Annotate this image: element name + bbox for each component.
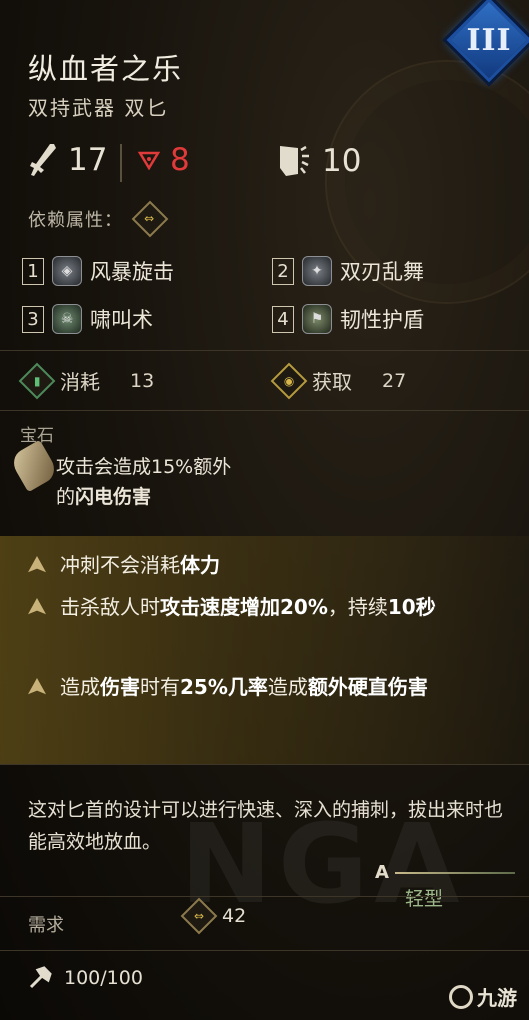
armor-break-stat: 10	[276, 142, 361, 180]
gem-line-1: 攻击会造成15%额外	[56, 456, 232, 478]
skill-slot-2[interactable]: 2 ✦ 双刃乱舞	[272, 256, 424, 286]
trait-bullet-icon	[28, 678, 46, 695]
armor-break-value: 10	[322, 143, 362, 179]
section-divider	[0, 950, 529, 951]
dexterity-attribute-icon: ⇔	[180, 897, 218, 935]
trait-text-bold: 体力	[180, 553, 220, 577]
section-divider	[0, 350, 529, 351]
skill-label: 双刃乱舞	[340, 260, 424, 284]
trait-text-bold: 额外硬直伤害	[307, 675, 428, 699]
trait-bullet-icon	[28, 598, 46, 615]
gain-label: 获取	[312, 370, 352, 394]
trait-text: 击杀敌人时	[60, 595, 160, 619]
storm-spin-icon: ◈	[52, 256, 82, 286]
requirement-value-row: ⇔ 42	[180, 897, 247, 935]
section-divider	[0, 764, 529, 765]
damage-stat: 17	[28, 142, 107, 178]
durability-row: 100/100	[28, 966, 143, 990]
hammer-icon	[29, 966, 52, 989]
gem-description: 攻击会造成15%额外 的闪电伤害	[56, 452, 231, 512]
gem-icon	[8, 439, 60, 493]
durability-value: 100/100	[64, 967, 143, 989]
weight-value: 8	[170, 142, 190, 178]
trait-text: 造成	[267, 675, 308, 699]
section-divider	[0, 410, 529, 411]
trait-bullet-icon	[28, 556, 46, 573]
tier-badge: III	[446, 0, 529, 83]
gem-line-2-bold: 闪电伤害	[75, 486, 152, 508]
skill-number: 4	[272, 305, 294, 333]
trait-text-bold: 25%几率	[180, 675, 268, 699]
stat-divider	[120, 144, 122, 182]
dependency-label: 依赖属性：	[28, 210, 123, 231]
trait-1: 冲刺不会消耗体力	[28, 548, 498, 582]
brand-icon	[449, 984, 473, 1009]
item-tooltip: NGA III 纵血者之乐 双持武器 双匕 17 8 10 依赖属性： ⇔ 1 …	[0, 0, 529, 1020]
item-type: 双持武器 双匕	[28, 96, 169, 120]
trait-text: 时有	[140, 675, 180, 699]
class-label: 轻型	[405, 888, 444, 910]
resilience-shield-icon: ⚑	[302, 304, 332, 334]
consume-icon: ▮	[18, 362, 56, 399]
item-name: 纵血者之乐	[28, 52, 184, 86]
trait-text-bold: 10秒	[387, 595, 436, 619]
item-description: 这对匕首的设计可以进行快速、深入的捕刺，拔出来时也能高效地放血。	[28, 799, 504, 853]
consume-row: ▮ 消耗 13	[18, 362, 155, 399]
trait-3: 造成伤害时有25%几率造成额外硬直伤害	[28, 670, 498, 704]
consume-label: 消耗	[60, 370, 100, 394]
skill-number: 3	[22, 305, 44, 333]
weight-stat: 8	[138, 142, 190, 178]
section-divider	[0, 896, 529, 897]
skill-slot-1[interactable]: 1 ◈ 风暴旋击	[22, 256, 174, 286]
skill-slot-4[interactable]: 4 ⚑ 韧性护盾	[272, 304, 424, 334]
skill-number: 1	[22, 257, 44, 285]
damage-value: 17	[68, 142, 108, 178]
trait-2: 击杀敌人时攻击速度增加20%，持续10秒	[28, 590, 498, 624]
agility-icon: A	[375, 862, 389, 883]
skill-label: 风暴旋击	[90, 260, 174, 284]
dexterity-attribute-icon: ⇔	[131, 200, 169, 238]
trait-text: 冲刺不会消耗	[60, 553, 180, 577]
trait-text-bold: 伤害	[100, 675, 140, 699]
trait-text: ，持续	[327, 595, 388, 619]
blade-dance-icon: ✦	[302, 256, 332, 286]
skill-label: 啸叫术	[90, 308, 153, 332]
shattered-shield-icon	[280, 145, 309, 176]
gain-value: 27	[382, 369, 407, 392]
brand-logo: 九游	[449, 982, 517, 1011]
requirement-value: 42	[222, 905, 247, 927]
weight-triangle-icon	[138, 151, 160, 170]
skill-slot-3[interactable]: 3 ☠ 啸叫术	[22, 304, 153, 334]
skill-label: 韧性护盾	[340, 308, 424, 332]
gain-eye-icon: ◉	[270, 362, 308, 399]
tier-label: III	[466, 22, 512, 58]
trait-text-bold: 攻击速度增加20%	[160, 595, 328, 619]
class-bar	[395, 872, 515, 874]
gain-row: ◉ 获取 27	[270, 362, 407, 399]
brand-name: 九游	[477, 986, 517, 1010]
consume-value: 13	[130, 369, 155, 392]
sword-icon	[30, 144, 56, 176]
skill-number: 2	[272, 257, 294, 285]
dependency-row: 依赖属性： ⇔	[28, 200, 169, 238]
requirement-label: 需求	[28, 915, 64, 936]
gem-line-2-plain: 的	[56, 486, 76, 508]
howl-icon: ☠	[52, 304, 82, 334]
trait-text: 造成	[60, 675, 100, 699]
